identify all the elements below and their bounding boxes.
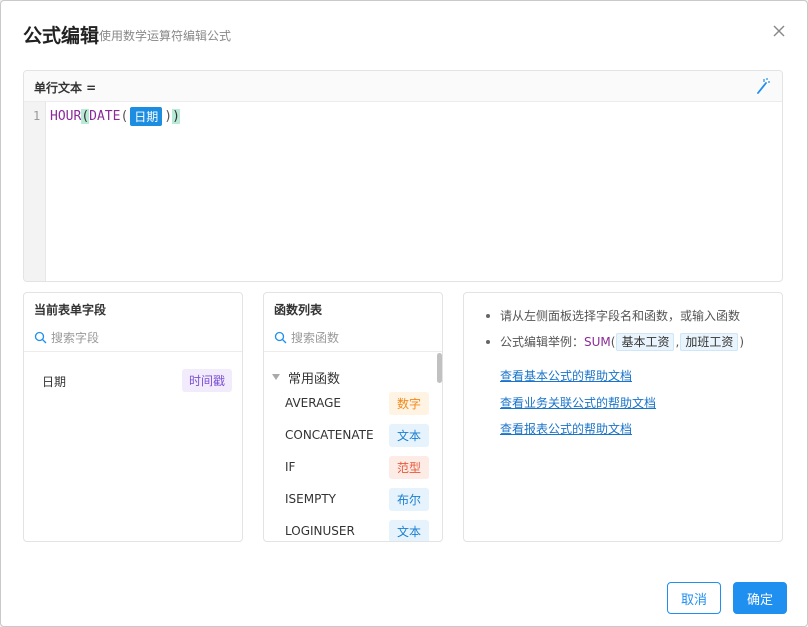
help-tip: 请从左侧面板选择字段名和函数，或输入函数 [484, 307, 772, 333]
function-type-badge: 布尔 [389, 488, 430, 511]
confirm-button[interactable]: 确定 [733, 582, 787, 614]
fields-panel-title: 当前表单字段 [34, 303, 107, 317]
help-tip-text: 请从左侧面板选择字段名和函数，或输入函数 [500, 309, 741, 323]
function-name: LOGINUSER [285, 524, 355, 538]
functions-scrollbar[interactable] [437, 353, 442, 383]
help-example-prefix: 公式编辑举例： [500, 335, 585, 349]
function-item-concatenate[interactable]: CONCATENATE 文本 [264, 422, 434, 450]
function-type-badge: 数字 [389, 392, 430, 415]
function-search-input[interactable] [291, 328, 431, 348]
function-name: IF [285, 460, 296, 474]
example-paren: ( [610, 335, 616, 349]
function-type-badge: 文本 [389, 424, 430, 447]
function-group-label: 常用函数 [288, 371, 341, 387]
function-name: ISEMPTY [285, 492, 336, 506]
function-token: HOUR [50, 108, 82, 124]
function-token: DATE [89, 108, 121, 124]
field-type-badge: 时间戳 [182, 369, 233, 392]
function-group-common[interactable]: 常用函数 [272, 367, 340, 387]
functions-panel-title: 函数列表 [274, 303, 323, 317]
line-number: 1 [33, 109, 41, 123]
cancel-button[interactable]: 取消 [667, 582, 721, 614]
dialog-subtitle: 使用数学运算符编辑公式 [99, 29, 232, 43]
help-link-basic[interactable]: 查看基本公式的帮助文档 [500, 367, 632, 384]
code-area[interactable]: 1 HOUR ( DATE ( 日期 ) ) [24, 102, 782, 281]
function-type-badge: 文本 [389, 520, 430, 541]
help-panel: 请从左侧面板选择字段名和函数，或输入函数 公式编辑举例：SUM(基本工资, 加班工… [463, 292, 783, 542]
caret-down-icon [272, 374, 280, 380]
field-search-input[interactable] [51, 328, 231, 348]
function-item-isempty[interactable]: ISEMPTY 布尔 [264, 486, 434, 514]
paren-token: ) [164, 108, 173, 124]
line-gutter: 1 [24, 102, 46, 281]
close-icon[interactable] [769, 21, 789, 41]
help-tips: 请从左侧面板选择字段名和函数，或输入函数 公式编辑举例：SUM(基本工资, 加班工… [484, 307, 772, 359]
field-token[interactable]: 日期 [130, 106, 163, 126]
formula-editor: 单行文本 = 1 HOUR ( DATE ( 日期 ) ) [23, 70, 783, 282]
field-search [24, 324, 242, 352]
function-name: CONCATENATE [285, 428, 374, 442]
fields-panel: 当前表单字段 日期 时间戳 [23, 292, 243, 542]
paren-token: ( [120, 108, 129, 124]
paren-token: ( [81, 108, 90, 124]
paren-token: ) [172, 108, 180, 124]
functions-panel: 函数列表 常用函数 AVERAGE 数字 CONCATENATE 文本 IF 范… [263, 292, 443, 542]
field-item-date[interactable]: 日期 时间戳 [24, 368, 242, 394]
example-field-chip: 加班工资 [680, 333, 739, 351]
formula-editor-dialog: 公式编辑 使用数学运算符编辑公式 单行文本 = 1 HOUR ( DATE ( [0, 0, 808, 627]
editor-label: 单行文本 = [34, 81, 97, 95]
magic-wand-icon[interactable] [755, 77, 771, 95]
function-item-average[interactable]: AVERAGE 数字 [264, 390, 434, 418]
example-paren: ) [739, 335, 745, 349]
editor-header: 单行文本 = [24, 71, 782, 102]
example-field-chip: 基本工资 [616, 333, 675, 351]
function-name: AVERAGE [285, 396, 341, 410]
dialog-title: 公式编辑 [23, 25, 100, 47]
help-example: 公式编辑举例：SUM(基本工资, 加班工资) [484, 333, 772, 359]
example-separator: , [675, 335, 680, 349]
code-line[interactable]: HOUR ( DATE ( 日期 ) ) [50, 106, 180, 126]
function-item-loginuser[interactable]: LOGINUSER 文本 [264, 518, 434, 541]
help-link-report[interactable]: 查看报表公式的帮助文档 [500, 420, 632, 437]
field-name: 日期 [42, 375, 67, 389]
search-icon [274, 331, 287, 344]
function-search [264, 324, 442, 352]
search-icon [34, 331, 47, 344]
function-item-if[interactable]: IF 范型 [264, 454, 434, 482]
help-link-business[interactable]: 查看业务关联公式的帮助文档 [500, 394, 656, 411]
function-type-badge: 范型 [389, 456, 430, 479]
example-function: SUM [584, 335, 611, 349]
